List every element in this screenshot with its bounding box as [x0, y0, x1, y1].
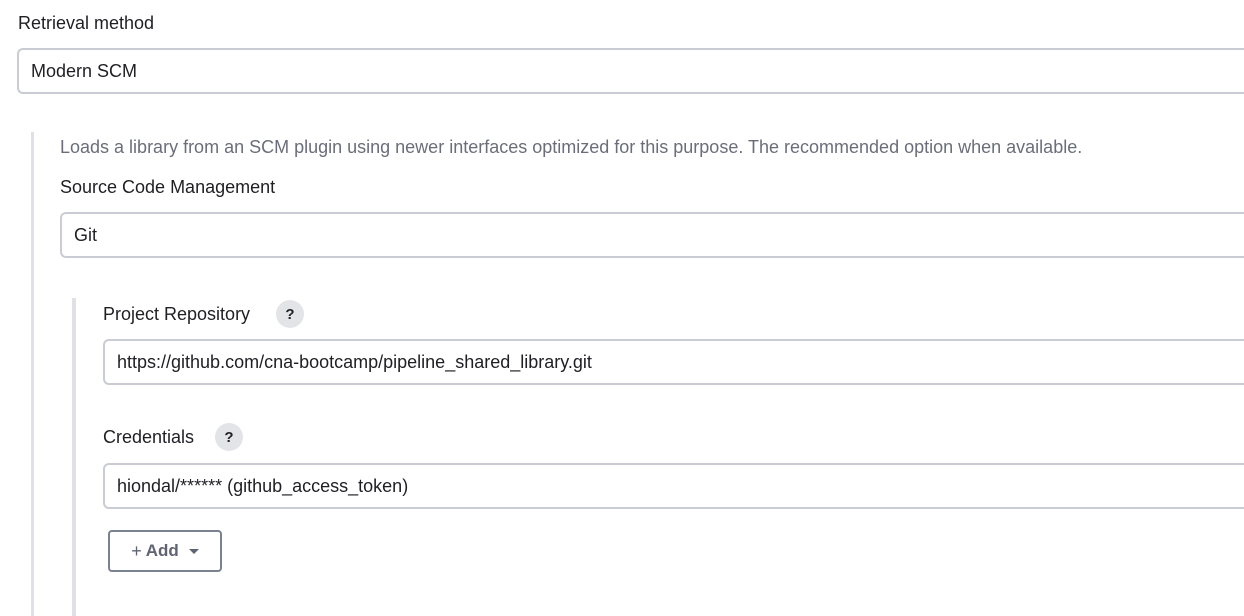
scm-value: Git — [74, 224, 98, 245]
caret-down-icon — [188, 548, 199, 554]
credentials-value: hiondal/****** (github_access_token) — [117, 475, 409, 496]
help-glyph: ? — [285, 305, 295, 323]
library-config-panel: Retrieval method Modern SCM Loads a libr… — [0, 0, 1244, 616]
project-repository-value: https://github.com/cna-bootcamp/pipeline… — [117, 351, 592, 372]
project-repository-input[interactable]: https://github.com/cna-bootcamp/pipeline… — [103, 339, 1244, 385]
credentials-select[interactable]: hiondal/****** (github_access_token) — [103, 463, 1244, 509]
retrieval-method-description: Loads a library from an SCM plugin using… — [60, 137, 1083, 157]
scm-label: Source Code Management — [60, 177, 276, 197]
project-repository-label: Project Repository — [103, 304, 251, 324]
git-section-bar — [72, 298, 76, 616]
add-button-label: Add — [145, 541, 179, 560]
retrieval-method-value: Modern SCM — [31, 60, 138, 81]
retrieval-method-label: Retrieval method — [18, 13, 155, 33]
question-mark-icon[interactable]: ? — [276, 300, 304, 328]
retrieval-method-select[interactable]: Modern SCM — [17, 48, 1244, 94]
add-credentials-button[interactable]: + Add — [108, 530, 222, 572]
question-mark-icon[interactable]: ? — [215, 423, 243, 451]
retrieval-section-bar — [31, 132, 34, 616]
plus-icon: + — [131, 540, 142, 561]
scm-select[interactable]: Git — [60, 212, 1244, 258]
help-glyph: ? — [224, 428, 234, 446]
credentials-label: Credentials — [103, 427, 195, 447]
